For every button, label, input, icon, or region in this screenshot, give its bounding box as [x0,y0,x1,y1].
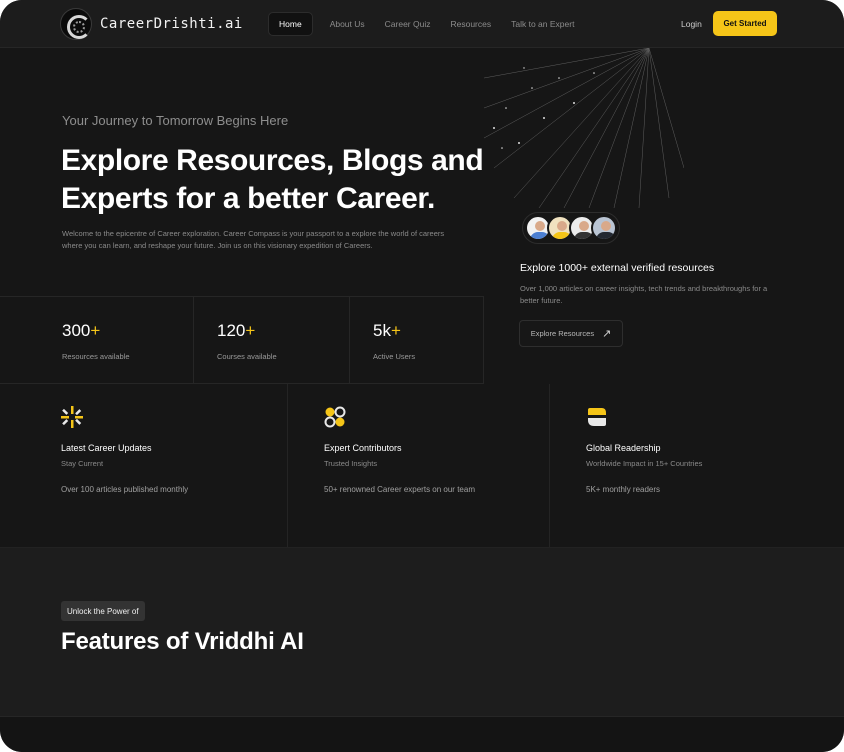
hero-description: Welcome to the epicentre of Career explo… [62,229,445,250]
hero-title: Explore Resources, Blogs and Experts for… [61,144,484,215]
feature-description: 50+ renowned Career experts on our team [324,485,475,494]
login-link[interactable]: Login [681,19,702,29]
expert-circles-icon [324,406,346,428]
explore-resources-label: Explore Resources [530,329,595,338]
stat-users: 5k+ Active Users [350,297,484,383]
stat-plus: + [90,321,101,340]
stat-value: 5k [373,321,391,340]
resources-card-title: Explore 1000+ external verified resource… [520,262,715,274]
stat-label: Courses available [217,352,277,361]
nav-link-resources[interactable]: Resources [441,12,500,36]
stat-label: Active Users [373,352,416,361]
feature-global-readership: Global Readership Worldwide Impact in 15… [550,384,844,547]
stat-number: 120+ [217,321,255,341]
feature-subtitle: Trusted Insights [324,459,378,468]
feature-latest-updates: Latest Career Updates Stay Current Over … [0,384,288,547]
expert-avatars [522,212,620,244]
stat-number: 5k+ [373,321,401,341]
nav-link-home[interactable]: Home [268,12,313,36]
stat-courses: 120+ Courses available [194,297,350,383]
avatar [591,215,617,241]
brand-name: CareerDrishti.ai [100,16,243,32]
stat-value: 120 [217,321,246,340]
sparkle-icon [61,406,83,428]
stats-row: 300+ Resources available 120+ Courses av… [0,296,484,384]
stat-plus: + [245,321,256,340]
page-frame: CareerDrishti.ai Home About Us Career Qu… [0,0,844,752]
feature-highlights: Latest Career Updates Stay Current Over … [0,384,844,548]
feature-subtitle: Stay Current [61,459,104,468]
feature-title: Global Readership [586,443,661,453]
stat-number: 300+ [62,321,100,341]
stat-resources: 300+ Resources available [0,297,194,383]
top-navbar: CareerDrishti.ai Home About Us Career Qu… [0,0,844,48]
arrow-up-right-icon: ↗ [602,328,612,340]
nav-link-about-us[interactable]: About Us [321,12,374,36]
nav-links: Home About Us Career Quiz Resources Talk… [268,12,585,36]
feature-title: Expert Contributors [324,443,402,453]
feature-description: 5K+ monthly readers [586,485,661,494]
stat-label: Resources available [62,352,130,361]
feature-expert-contributors: Expert Contributors Trusted Insights 50+… [288,384,550,547]
logo-mark-icon [60,8,92,40]
nav-link-talk-to-expert[interactable]: Talk to an Expert [502,12,583,36]
section-badge: Unlock the Power of [61,601,145,621]
get-started-button[interactable]: Get Started [713,11,777,36]
stat-plus: + [390,321,401,340]
stat-value: 300 [62,321,91,340]
feature-description: Over 100 articles published monthly [61,485,189,494]
globe-leaf-icon [588,408,606,426]
nav-link-career-quiz[interactable]: Career Quiz [376,12,440,36]
feature-subtitle: Worldwide Impact in 15+ Countries [586,459,703,468]
light-rays-graphic [484,48,684,208]
features-section-title: Features of Vriddhi AI [61,628,304,655]
feature-title: Latest Career Updates [61,443,152,453]
explore-resources-button[interactable]: Explore Resources ↗ [519,320,623,347]
next-section-strip [0,716,844,752]
brand-logo[interactable]: CareerDrishti.ai [60,8,243,40]
hero-kicker: Your Journey to Tomorrow Begins Here [62,113,289,128]
resources-card-description: Over 1,000 articles on career insights, … [520,284,768,305]
